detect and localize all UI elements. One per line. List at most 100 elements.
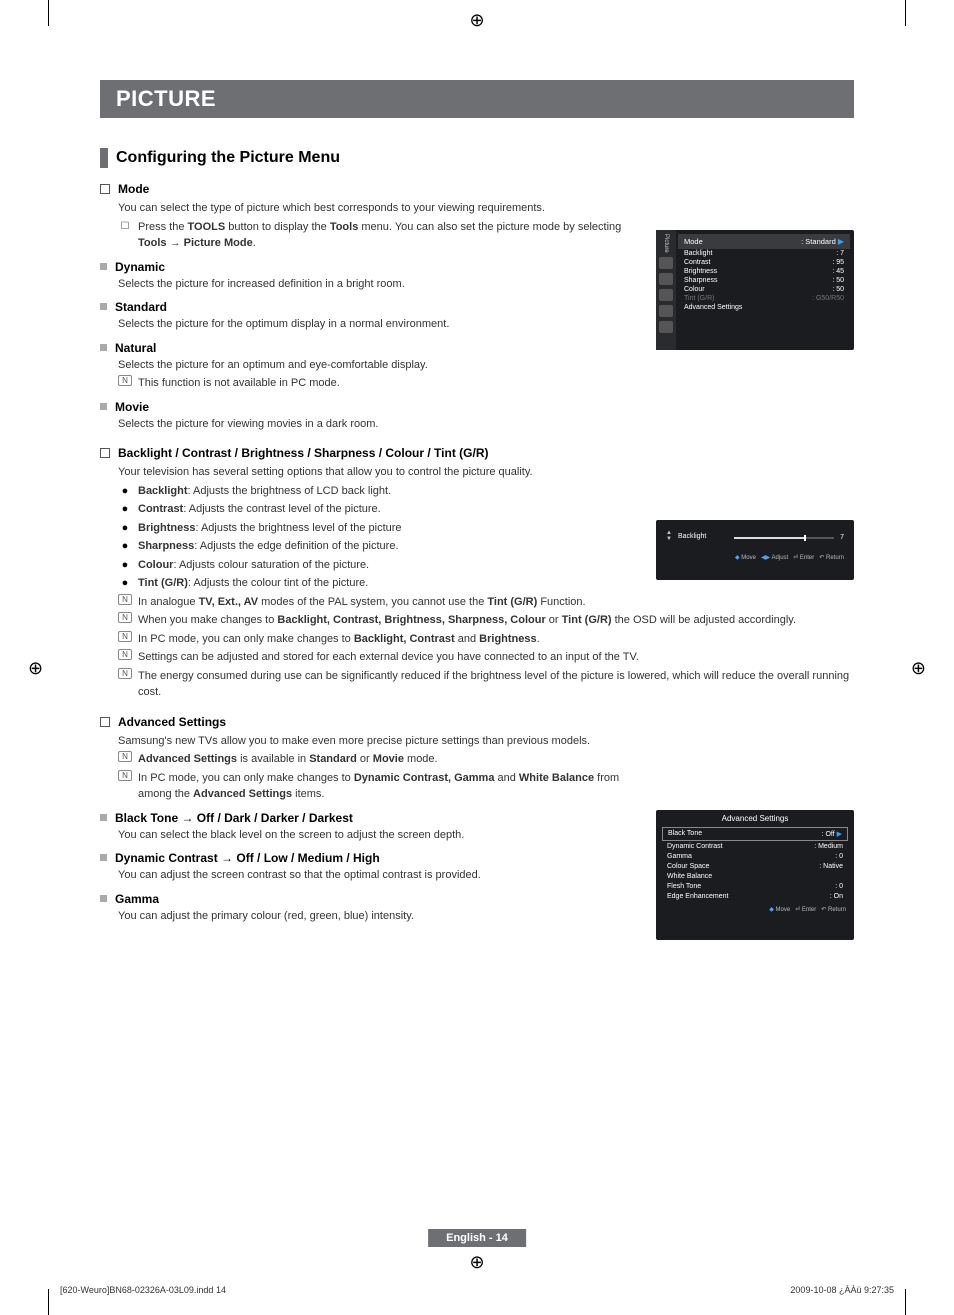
section-heading: Configuring the Picture Menu [100, 148, 854, 168]
page-number-footer: English - 14 [428, 1229, 526, 1247]
standard-heading: Standard [115, 300, 167, 314]
osd-header-row: Mode : Standard ▶ [678, 234, 850, 249]
bullet-icon: ● [118, 520, 132, 537]
osd-tab-icon [659, 321, 673, 333]
osd-main: Mode : Standard ▶ Backlight: 7Contrast: … [678, 234, 850, 312]
subsection-mode: Mode [100, 182, 854, 196]
crop-mark [905, 1289, 906, 1315]
osd-slider-label: Backlight [678, 533, 728, 540]
bullet-icon: ● [118, 557, 132, 574]
grey-square-icon [100, 814, 107, 821]
movie-desc: Selects the picture for viewing movies i… [118, 416, 638, 433]
registration-mark-bottom: ⊕ [469, 1252, 484, 1273]
advanced-note2: N In PC mode, you can only make changes … [118, 770, 638, 803]
bullet-icon: ● [118, 501, 132, 518]
dyncontrast-heading: Dynamic Contrast → Off / Low / Medium / … [115, 851, 380, 865]
crop-mark [48, 0, 49, 26]
grey-square-icon [100, 854, 107, 861]
osd-tab-icon [659, 305, 673, 317]
square-bullet-icon [100, 717, 110, 727]
note-icon: N [118, 649, 132, 660]
subsection-picture-params: Backlight / Contrast / Brightness / Shar… [100, 446, 854, 460]
bullet-icon: ● [118, 483, 132, 500]
osd-advanced-settings: Advanced Settings Black Tone: Off ▶Dynam… [656, 810, 854, 940]
note-icon: N [118, 612, 132, 623]
natural-note: N This function is not available in PC m… [118, 375, 638, 392]
tools-text: Press the TOOLS button to display the To… [138, 219, 638, 252]
natural-heading: Natural [115, 341, 156, 355]
subsection-movie: Movie [100, 400, 854, 414]
chapter-title-bar: PICTURE [100, 80, 854, 118]
osd-footer-hints: ◆ Move ⏎ Enter ↶ Return [656, 901, 854, 913]
registration-mark-right: ⊕ [911, 658, 926, 679]
gamma-heading: Gamma [115, 892, 159, 906]
note-icon: N [118, 751, 132, 762]
osd-row: Brightness: 45 [678, 267, 850, 276]
tools-icon: ☐ [118, 219, 132, 234]
osd-tab-icon [659, 273, 673, 285]
movie-heading: Movie [115, 400, 149, 414]
page-content: PICTURE Configuring the Picture Menu Mod… [100, 80, 854, 924]
osd-row: Colour: 50 [678, 285, 850, 294]
crop-mark [48, 1289, 49, 1315]
grey-square-icon [100, 344, 107, 351]
grey-square-icon [100, 303, 107, 310]
picture-params-intro: Your television has several setting opti… [118, 464, 854, 481]
doc-footer-left: [620-Weuro]BN68-02326A-03L09.indd 14 [60, 1285, 226, 1295]
osd-row: Colour Space: Native [656, 861, 854, 871]
osd-header-left: Mode [684, 237, 703, 246]
osd-row: Tint (G/R): G50/R50 [678, 294, 850, 303]
section-heading-text: Configuring the Picture Menu [116, 149, 340, 167]
grey-square-icon [100, 263, 107, 270]
mode-desc: You can select the type of picture which… [118, 200, 638, 217]
dynamic-desc: Selects the picture for increased defini… [118, 276, 638, 293]
advanced-heading: Advanced Settings [118, 715, 226, 729]
crop-mark [905, 0, 906, 26]
square-bullet-icon [100, 448, 110, 458]
up-down-arrows-icon: ▲▼ [666, 530, 672, 542]
list-item: ●Backlight: Adjusts the brightness of LC… [118, 483, 854, 500]
osd-row: Sharpness: 50 [678, 276, 850, 285]
note-osd-adjust: N When you make changes to Backlight, Co… [118, 612, 854, 629]
osd-row: Flesh Tone: 0 [656, 881, 854, 891]
natural-note-text: This function is not available in PC mod… [138, 375, 340, 392]
advanced-note1: N Advanced Settings is available in Stan… [118, 751, 638, 768]
document-footer: [620-Weuro]BN68-02326A-03L09.indd 14 200… [60, 1285, 894, 1295]
osd-row: Advanced Settings [678, 303, 850, 312]
blacktone-heading: Black Tone → Off / Dark / Darker / Darke… [115, 811, 353, 825]
osd-side-tabs: Picture [656, 230, 676, 350]
osd-row: Gamma: 0 [656, 851, 854, 861]
dynamic-heading: Dynamic [115, 260, 165, 274]
osd-picture-menu: Picture Mode : Standard ▶ Backlight: 7Co… [656, 230, 854, 350]
bullet-icon: ● [118, 575, 132, 592]
subsection-advanced: Advanced Settings [100, 715, 854, 729]
osd-footer-hints: ◆ Move ◀▶ Adjust ⏎ Enter ↶ Return [666, 554, 844, 561]
note-pc-mode: N In PC mode, you can only make changes … [118, 631, 854, 648]
note-icon: N [118, 668, 132, 679]
osd-tab-icon [659, 257, 673, 269]
doc-footer-right: 2009-10-08 ¿ÀÀü 9:27:35 [790, 1285, 894, 1295]
registration-mark-top: ⊕ [469, 10, 484, 31]
osd-tab-icon [659, 289, 673, 301]
square-bullet-icon [100, 184, 110, 194]
osd-rows: Backlight: 7Contrast: 95Brightness: 45Sh… [678, 249, 850, 312]
note-icon: N [118, 770, 132, 781]
osd-backlight-slider: ▲▼ Backlight 7 ◆ Move ◀▶ Adjust ⏎ Enter … [656, 520, 854, 580]
osd-title: Advanced Settings [656, 810, 854, 827]
osd-row: Edge Enhancement: On [656, 891, 854, 901]
grey-square-icon [100, 403, 107, 410]
note-icon: N [118, 594, 132, 605]
osd-slider-value: 7 [840, 534, 844, 541]
osd-tab-label: Picture [663, 234, 669, 253]
natural-desc: Selects the picture for an optimum and e… [118, 357, 638, 374]
heading-accent [100, 148, 108, 168]
note-icon: N [118, 375, 132, 386]
standard-desc: Selects the picture for the optimum disp… [118, 316, 638, 333]
bullet-icon: ● [118, 538, 132, 555]
osd-row: Black Tone: Off ▶ [662, 827, 848, 841]
osd-slider: 7 [728, 534, 844, 541]
right-arrow-icon: ▶ [838, 237, 844, 246]
osd-rows: Black Tone: Off ▶Dynamic Contrast: Mediu… [656, 827, 854, 901]
mode-heading: Mode [118, 182, 149, 196]
list-item: ●Contrast: Adjusts the contrast level of… [118, 501, 854, 518]
